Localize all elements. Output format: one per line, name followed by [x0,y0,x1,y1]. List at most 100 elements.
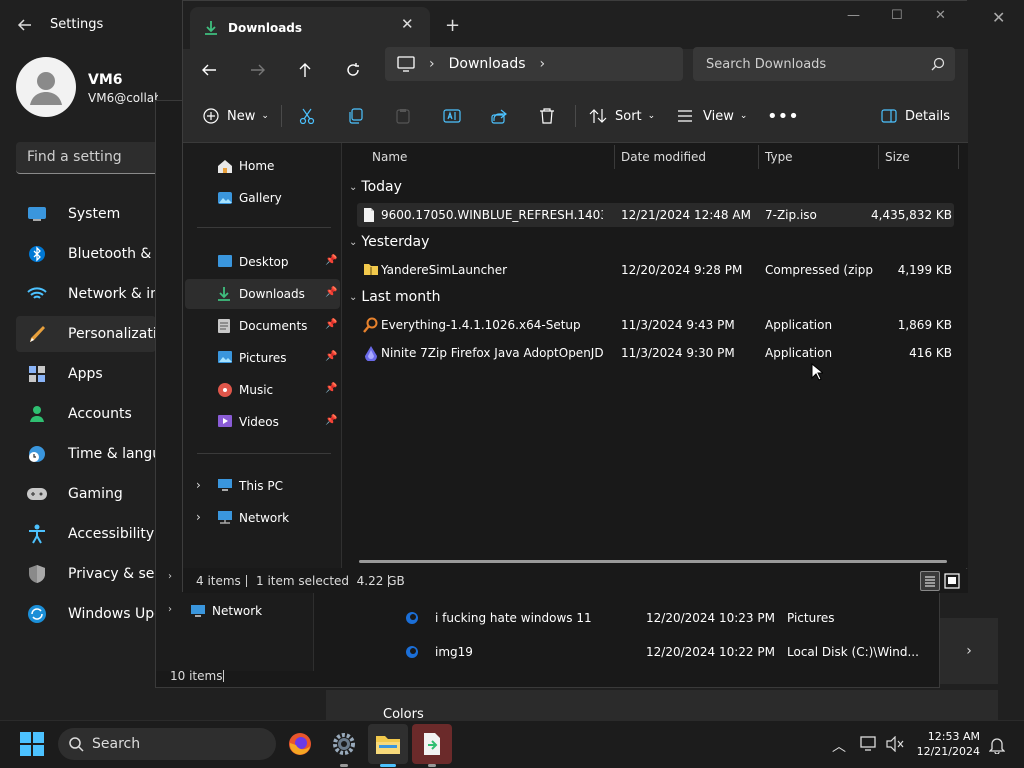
divider [197,227,331,228]
nav-gaming[interactable]: Gaming [16,476,156,512]
sidebar-item-home[interactable]: Home [185,151,340,181]
details-button[interactable]: Details [881,104,950,128]
sidebar-item-this-pc[interactable]: This PC [185,471,340,501]
pin-icon[interactable]: 📌 [325,415,337,426]
sidebar-item-network[interactable]: Network [185,503,340,533]
bg-file-row[interactable]: i fucking hate windows 11 [405,611,592,625]
chevron-right-icon[interactable]: › [940,618,998,684]
file-explorer-icon[interactable] [368,724,408,764]
close-icon[interactable]: ✕ [935,8,946,23]
details-view-icon[interactable] [920,571,940,591]
bg-file-row[interactable]: img19 [405,645,473,659]
active-app-indicator [380,764,396,767]
chevron-up-icon[interactable]: ︿ [832,736,846,756]
nav-accessibility[interactable]: Accessibility [16,516,156,552]
view-button[interactable]: View ⌄ [677,104,747,128]
back-arrow-icon[interactable] [14,14,36,36]
maximize-icon[interactable]: ☐ [891,8,903,23]
sidebar-item-videos[interactable]: Videos 📌 [185,407,340,437]
chevron-right-icon[interactable]: › [429,56,435,72]
nav-apps[interactable]: Apps [16,356,156,392]
file-row[interactable]: Ninite 7Zip Firefox Java AdoptOpenJDK x.… [357,341,954,365]
copy-icon[interactable] [347,104,363,128]
up-arrow-icon[interactable] [291,56,319,84]
new-tab-icon[interactable]: + [445,15,460,36]
file-date: 11/3/2024 9:43 PM [621,318,735,332]
notification-bell-icon[interactable] [989,736,1005,754]
file-row[interactable]: YandereSimLauncher 12/20/2024 9:28 PM Co… [357,258,954,282]
rename-icon[interactable] [443,104,461,128]
documents-folder-icon [217,318,233,334]
column-divider[interactable] [758,145,759,169]
group-header-last-month[interactable]: ⌄ Last month [349,289,440,305]
network-status-icon[interactable] [860,736,878,752]
sidebar-item-downloads[interactable]: Downloads 📌 [185,279,340,309]
taskbar-search[interactable]: Search [58,728,276,760]
chevron-right-icon[interactable]: › [540,56,546,72]
forward-arrow-icon[interactable] [244,56,272,84]
cut-icon[interactable] [299,104,315,128]
settings-gear-icon[interactable] [324,724,364,764]
windows-start-icon[interactable] [20,732,44,756]
nav-personalization[interactable]: Personalization [16,316,156,352]
pin-icon[interactable]: 📌 [325,351,337,362]
installer-app-icon[interactable] [412,724,452,764]
tiles-view-icon[interactable] [944,573,960,589]
pin-icon[interactable]: 📌 [325,383,337,394]
sidebar-item-documents[interactable]: Documents 📌 [185,311,340,341]
colors-setting-row[interactable] [326,690,998,720]
address-box[interactable]: › Downloads › [385,47,683,81]
nav-windows-update[interactable]: Windows Upda [16,596,156,632]
close-icon[interactable]: ✕ [992,8,1008,27]
pin-icon[interactable]: 📌 [325,319,337,330]
column-divider[interactable] [614,145,615,169]
nav-network[interactable]: Network & inte [16,276,156,312]
more-options-icon[interactable]: ••• [767,104,799,128]
column-header-size[interactable]: Size [885,150,910,164]
nav-time-language[interactable]: Time & languag [16,436,156,472]
chevron-right-icon[interactable]: › [168,604,172,615]
search-icon [68,736,84,752]
back-arrow-icon[interactable] [195,56,223,84]
sidebar-item-pictures[interactable]: Pictures 📌 [185,343,340,373]
find-setting-input[interactable]: Find a setting [16,142,176,174]
firefox-icon[interactable] [280,724,320,764]
minimize-icon[interactable]: — [847,8,860,23]
search-input[interactable]: Search Downloads [693,47,955,81]
group-header-yesterday[interactable]: ⌄ Yesterday [349,234,429,250]
taskbar-clock[interactable]: 12:53 AM 12/21/2024 [910,729,980,759]
refresh-icon[interactable] [339,56,367,84]
search-placeholder: Search Downloads [706,56,827,72]
file-name: YandereSimLauncher [381,263,508,277]
sort-button[interactable]: Sort ⌄ [589,104,655,128]
nav-bluetooth[interactable]: Bluetooth & de [16,236,156,272]
tab-close-icon[interactable]: ✕ [401,17,415,32]
sidebar-item-desktop[interactable]: Desktop 📌 [185,247,340,277]
file-row[interactable]: Everything-1.4.1.1026.x64-Setup 11/3/202… [357,313,954,337]
share-icon[interactable] [491,104,507,128]
tab-downloads[interactable]: Downloads [190,7,430,49]
column-header-date[interactable]: Date modified [621,150,706,164]
sidebar-item-music[interactable]: Music 📌 [185,375,340,405]
delete-icon[interactable] [539,104,555,128]
bg-network-item[interactable]: Network [190,604,262,618]
nav-accounts[interactable]: Accounts [16,396,156,432]
pin-icon[interactable]: 📌 [325,255,337,266]
file-row[interactable]: 9600.17050.WINBLUE_REFRESH.140317-1... 1… [357,203,954,227]
paste-icon[interactable] [395,104,411,128]
pin-icon[interactable]: 📌 [325,287,337,298]
horizontal-scrollbar[interactable] [359,560,947,563]
breadcrumb[interactable]: Downloads [449,56,526,72]
column-header-type[interactable]: Type [765,150,793,164]
volume-muted-icon[interactable] [886,736,904,752]
sidebar-item-gallery[interactable]: Gallery [185,183,340,213]
new-button[interactable]: New ⌄ [203,104,269,128]
avatar[interactable] [16,57,76,117]
group-header-today[interactable]: ⌄ Today [349,179,402,195]
nav-system[interactable]: System [16,196,156,232]
column-divider[interactable] [958,145,959,169]
column-header-name[interactable]: Name [372,150,407,164]
column-divider[interactable] [878,145,879,169]
chevron-right-icon[interactable]: › [168,571,172,582]
nav-privacy[interactable]: Privacy & secur [16,556,156,592]
